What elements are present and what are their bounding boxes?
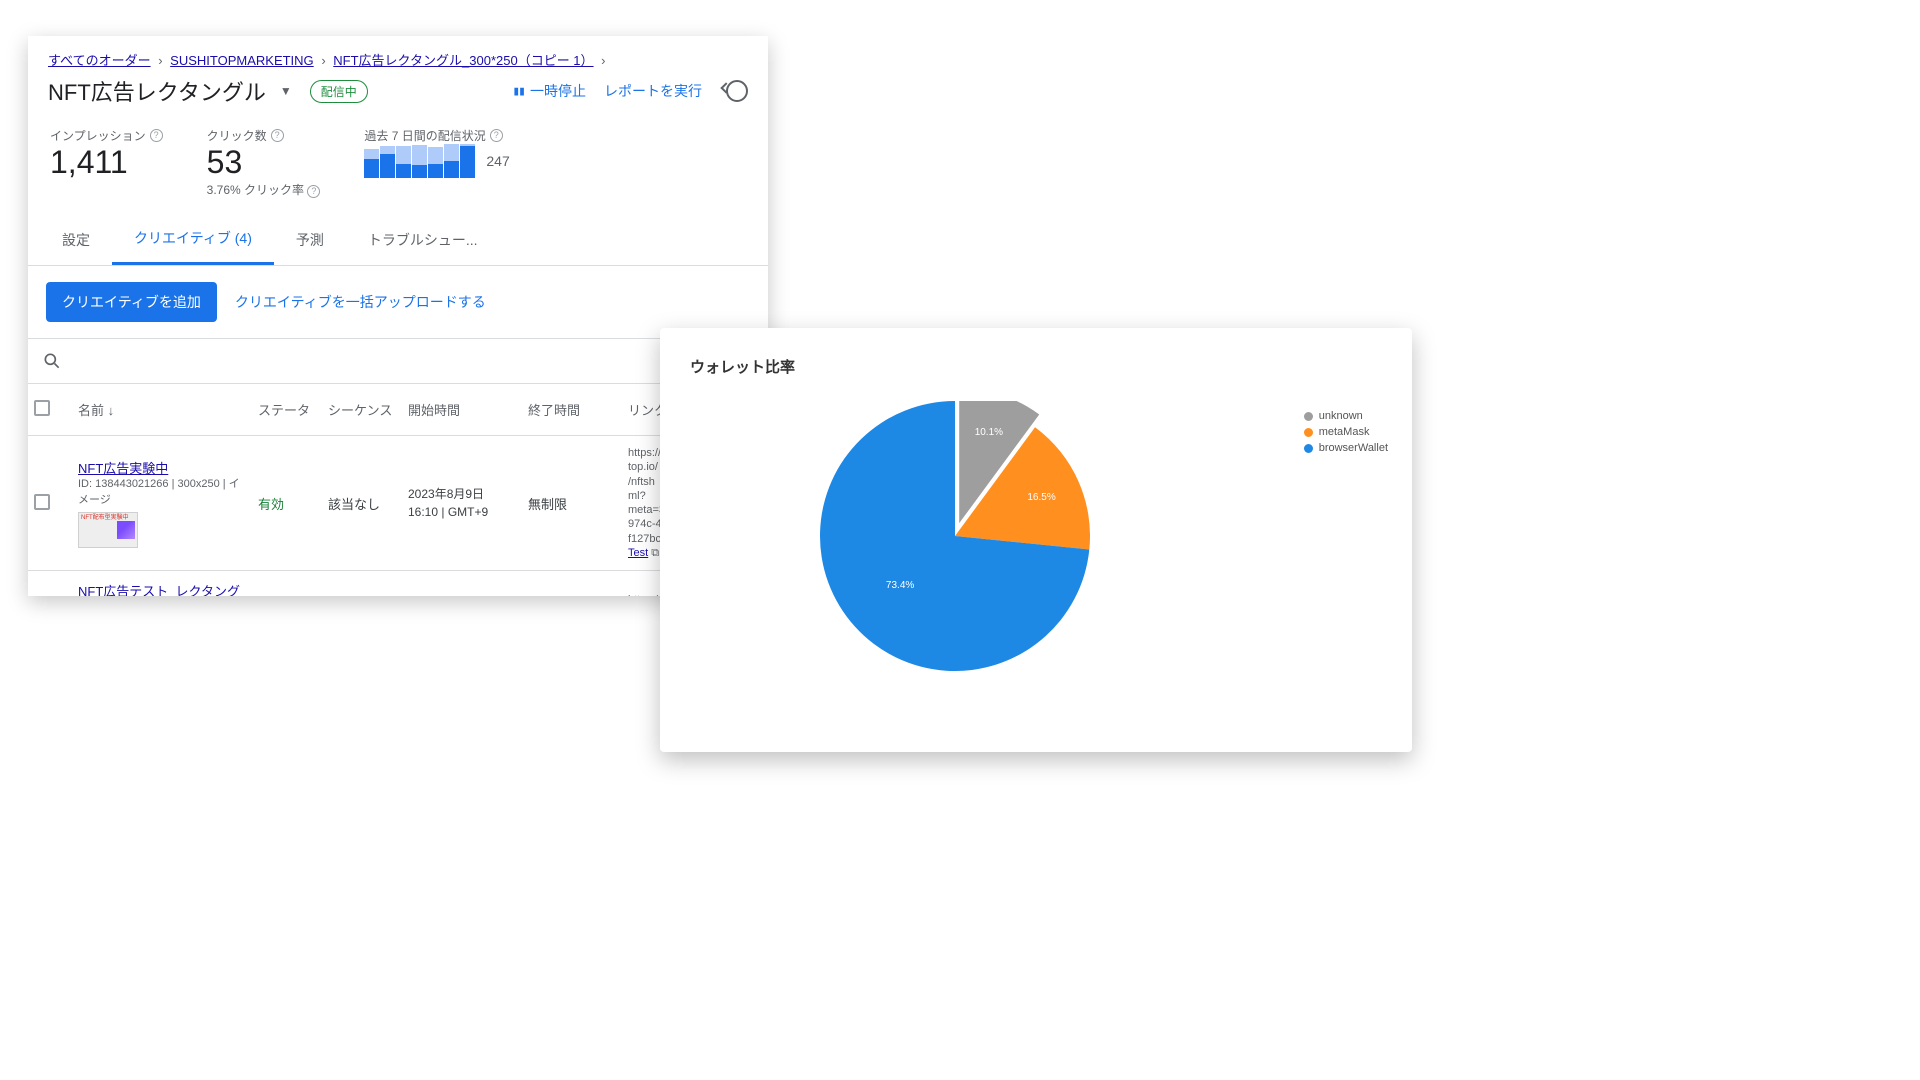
- pie-label: 16.5%: [1027, 492, 1055, 503]
- run-report-button[interactable]: レポートを実行: [600, 77, 706, 105]
- legend-dot-icon: [1304, 412, 1313, 421]
- creatives-table: 名前 ↓ ステータ シーケンス 開始時間 終了時間 リンク NFT広告実験中 I…: [28, 384, 768, 596]
- wallet-pie-chart: 10.1% 16.5% 73.4%: [820, 401, 1090, 671]
- action-row: クリエイティブを追加 クリエイティブを一括アップロードする: [28, 266, 768, 338]
- pie-label: 10.1%: [975, 427, 1003, 438]
- creative-link[interactable]: NFT広告テスト_レクタングル_ム: [78, 584, 240, 596]
- search-icon: [42, 351, 62, 371]
- link-tail[interactable]: Test: [628, 547, 648, 559]
- breadcrumb: すべてのオーダー › SUSHITOPMARKETING › NFT広告レクタン…: [28, 36, 768, 73]
- tab[interactable]: 予測: [274, 214, 346, 265]
- creative-name-cell: NFT広告実験中 ID: 138443021266 | 300x250 | イメ…: [72, 458, 252, 548]
- row-checkbox[interactable]: [34, 494, 50, 510]
- table-row: NFT広告実験中 ID: 138443021266 | 300x250 | イメ…: [28, 436, 768, 571]
- header-name[interactable]: 名前 ↓: [72, 400, 252, 419]
- tabs: 設定クリエイティブ (4)予測トラブルシュー...: [28, 214, 768, 266]
- sequence-cell: 該当なし: [322, 494, 402, 513]
- wallet-card-title: ウォレット比率: [690, 356, 1382, 377]
- chevron-right-icon: ›: [317, 53, 329, 68]
- legend-item[interactable]: metaMask: [1304, 426, 1388, 438]
- trend-stat: 過去 7 日間の配信状況? 247: [364, 127, 509, 178]
- creative-thumbnail[interactable]: NFT配布型実験中: [78, 512, 138, 548]
- table-row: NFT広告テスト_レクタングル_ム https://: [28, 571, 768, 596]
- help-icon[interactable]: ?: [307, 185, 320, 198]
- start-cell: 2023年8月9日 16:10 | GMT+9: [402, 485, 522, 521]
- search-bar[interactable]: [28, 338, 768, 384]
- help-icon[interactable]: ?: [271, 129, 284, 142]
- chevron-right-icon: ›: [154, 53, 166, 68]
- legend-dot-icon: [1304, 428, 1313, 437]
- breadcrumb-lineitem[interactable]: NFT広告レクタングル_300*250（コピー 1）: [333, 53, 593, 68]
- pause-button[interactable]: ▮▮ 一時停止: [508, 77, 590, 105]
- help-icon[interactable]: ?: [150, 129, 163, 142]
- tab[interactable]: トラブルシュー...: [346, 214, 500, 265]
- table-header: 名前 ↓ ステータ シーケンス 開始時間 終了時間 リンク: [28, 384, 768, 436]
- chevron-down-icon[interactable]: ▼: [276, 84, 292, 98]
- wallet-ratio-card: ウォレット比率 10.1% 16.5% 73.4% unknown metaMask b…: [660, 328, 1412, 752]
- creative-link[interactable]: NFT広告実験中: [78, 461, 168, 476]
- ad-manager-panel: すべてのオーダー › SUSHITOPMARKETING › NFT広告レクタン…: [28, 36, 768, 596]
- external-link-icon: ⧉: [651, 547, 659, 559]
- bulk-upload-button[interactable]: クリエイティブを一括アップロードする: [235, 292, 486, 312]
- trend-sparkline: [364, 144, 476, 178]
- breadcrumb-all-orders[interactable]: すべてのオーダー: [48, 53, 151, 68]
- titlebar: NFT広告レクタングル ▼ 配信中 ▮▮ 一時停止 レポートを実行: [28, 73, 768, 117]
- sort-down-icon: ↓: [108, 403, 115, 418]
- status-cell: 有効: [252, 494, 322, 513]
- end-cell: 無制限: [522, 494, 622, 513]
- page-title: NFT広告レクタングル: [48, 75, 266, 107]
- header-sequence[interactable]: シーケンス: [322, 400, 402, 419]
- tab[interactable]: 設定: [40, 214, 112, 265]
- impressions-stat: インプレッション? 1,411: [50, 127, 163, 181]
- chevron-right-icon: ›: [597, 53, 609, 68]
- add-creative-button[interactable]: クリエイティブを追加: [46, 282, 217, 322]
- header-end[interactable]: 終了時間: [522, 400, 622, 419]
- legend-dot-icon: [1304, 444, 1313, 453]
- header-start[interactable]: 開始時間: [402, 400, 522, 419]
- pause-icon: ▮▮: [512, 84, 524, 99]
- stats-row: インプレッション? 1,411 クリック数? 53 3.76% クリック率 ? …: [28, 117, 768, 214]
- status-badge: 配信中: [310, 80, 368, 103]
- pie-label: 73.4%: [886, 580, 914, 591]
- select-all-checkbox[interactable]: [34, 400, 50, 416]
- tab[interactable]: クリエイティブ (4): [112, 214, 274, 265]
- history-icon[interactable]: [726, 80, 748, 102]
- help-icon[interactable]: ?: [490, 129, 503, 142]
- header-status[interactable]: ステータ: [252, 400, 322, 419]
- clicks-stat: クリック数? 53 3.76% クリック率 ?: [207, 127, 321, 198]
- chart-legend: unknown metaMask browserWallet: [1304, 410, 1388, 458]
- breadcrumb-account[interactable]: SUSHITOPMARKETING: [170, 53, 314, 68]
- legend-item[interactable]: unknown: [1304, 410, 1388, 422]
- legend-item[interactable]: browserWallet: [1304, 442, 1388, 454]
